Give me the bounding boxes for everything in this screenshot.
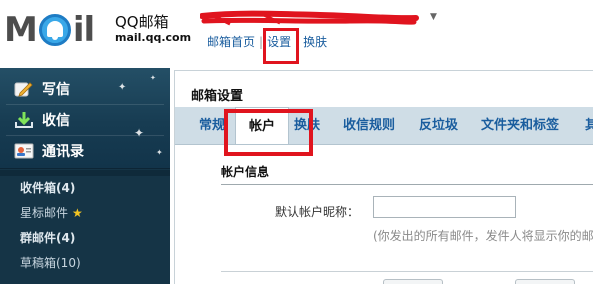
sidebar-actions-panel: ✦ ✦ ✦ ✦ 写信 收信 通讯录 [0, 68, 170, 169]
sidebar: ✦ ✦ ✦ ✦ 写信 收信 通讯录 收件箱(4) 星标邮件 ★ 群邮件(4) 草… [0, 68, 170, 284]
account-info-heading: 帐户信息 [221, 163, 593, 185]
folder-drafts[interactable]: 草稿箱(10) [0, 251, 170, 276]
nickname-input[interactable] [373, 196, 516, 218]
bell-logo-icon [38, 13, 72, 47]
nickname-hint: (你发出的所有邮件，发件人将显示你的邮 [373, 229, 593, 243]
receive-mail-label: 收信 [42, 113, 70, 129]
folder-group-mail-label: 群邮件(4) [20, 231, 76, 245]
pen-icon [14, 82, 33, 97]
receive-mail-button[interactable]: 收信 [14, 105, 70, 135]
contacts-label: 通讯录 [42, 144, 84, 160]
tab-mail-rules[interactable]: 收信规则 [343, 107, 395, 144]
logo-letters-il: il [72, 10, 95, 50]
section-divider [221, 271, 593, 272]
qqmail-logo[interactable]: M il [4, 10, 95, 50]
brand-name: QQ邮箱 [115, 13, 169, 31]
contacts-card-icon [14, 143, 34, 159]
star-icon: ★ [72, 206, 83, 220]
action-button-partial[interactable] [383, 279, 443, 284]
page-title: 邮箱设置 [191, 89, 244, 104]
compose-label: 写信 [42, 82, 70, 98]
tab-general[interactable]: 常规 [199, 107, 225, 144]
folder-inbox-label: 收件箱(4) [20, 181, 76, 195]
folder-list: 收件箱(4) 星标邮件 ★ 群邮件(4) 草稿箱(10) [0, 176, 170, 276]
inbox-download-icon [15, 112, 33, 128]
redacted-username-scribble [200, 10, 419, 26]
action-button-partial[interactable] [515, 279, 575, 284]
compose-button[interactable]: 写信 [14, 74, 70, 104]
account-dropdown-caret-icon[interactable]: ▼ [430, 12, 437, 22]
sparkle-icon: ✦ [150, 74, 156, 82]
account-tab-highlight-box [224, 109, 313, 156]
sparkle-icon: ✦ [118, 82, 127, 93]
tab-other[interactable]: 其 [585, 107, 593, 144]
sparkle-icon: ✦ [134, 126, 145, 140]
folder-drafts-label: 草稿箱(10) [20, 256, 81, 270]
tab-anti-spam[interactable]: 反垃圾 [419, 107, 458, 144]
contacts-button[interactable]: 通讯录 [14, 136, 84, 166]
folder-inbox[interactable]: 收件箱(4) [0, 176, 170, 201]
nickname-label: 默认帐户昵称： [275, 205, 360, 219]
settings-panel: 邮箱设置 常规 帐户 换肤 收信规则 反垃圾 文件夹和标签 其 帐户信息 默认帐… [174, 70, 593, 284]
folder-group-mail[interactable]: 群邮件(4) [0, 226, 170, 251]
folder-starred-label: 星标邮件 [20, 206, 69, 220]
sparkle-icon: ✦ [156, 148, 163, 157]
brand-domain: mail.qq.com [115, 31, 192, 44]
logo-letter-m: M [4, 10, 38, 50]
logo-text: QQ邮箱 mail.qq.com [115, 13, 191, 45]
change-skin-link[interactable]: 换肤 [303, 35, 327, 49]
folder-starred[interactable]: 星标邮件 ★ [0, 201, 170, 226]
settings-highlight-box [263, 28, 299, 64]
mailbox-home-link[interactable]: 邮箱首页 [207, 35, 255, 49]
tab-folders-labels[interactable]: 文件夹和标签 [481, 107, 559, 144]
